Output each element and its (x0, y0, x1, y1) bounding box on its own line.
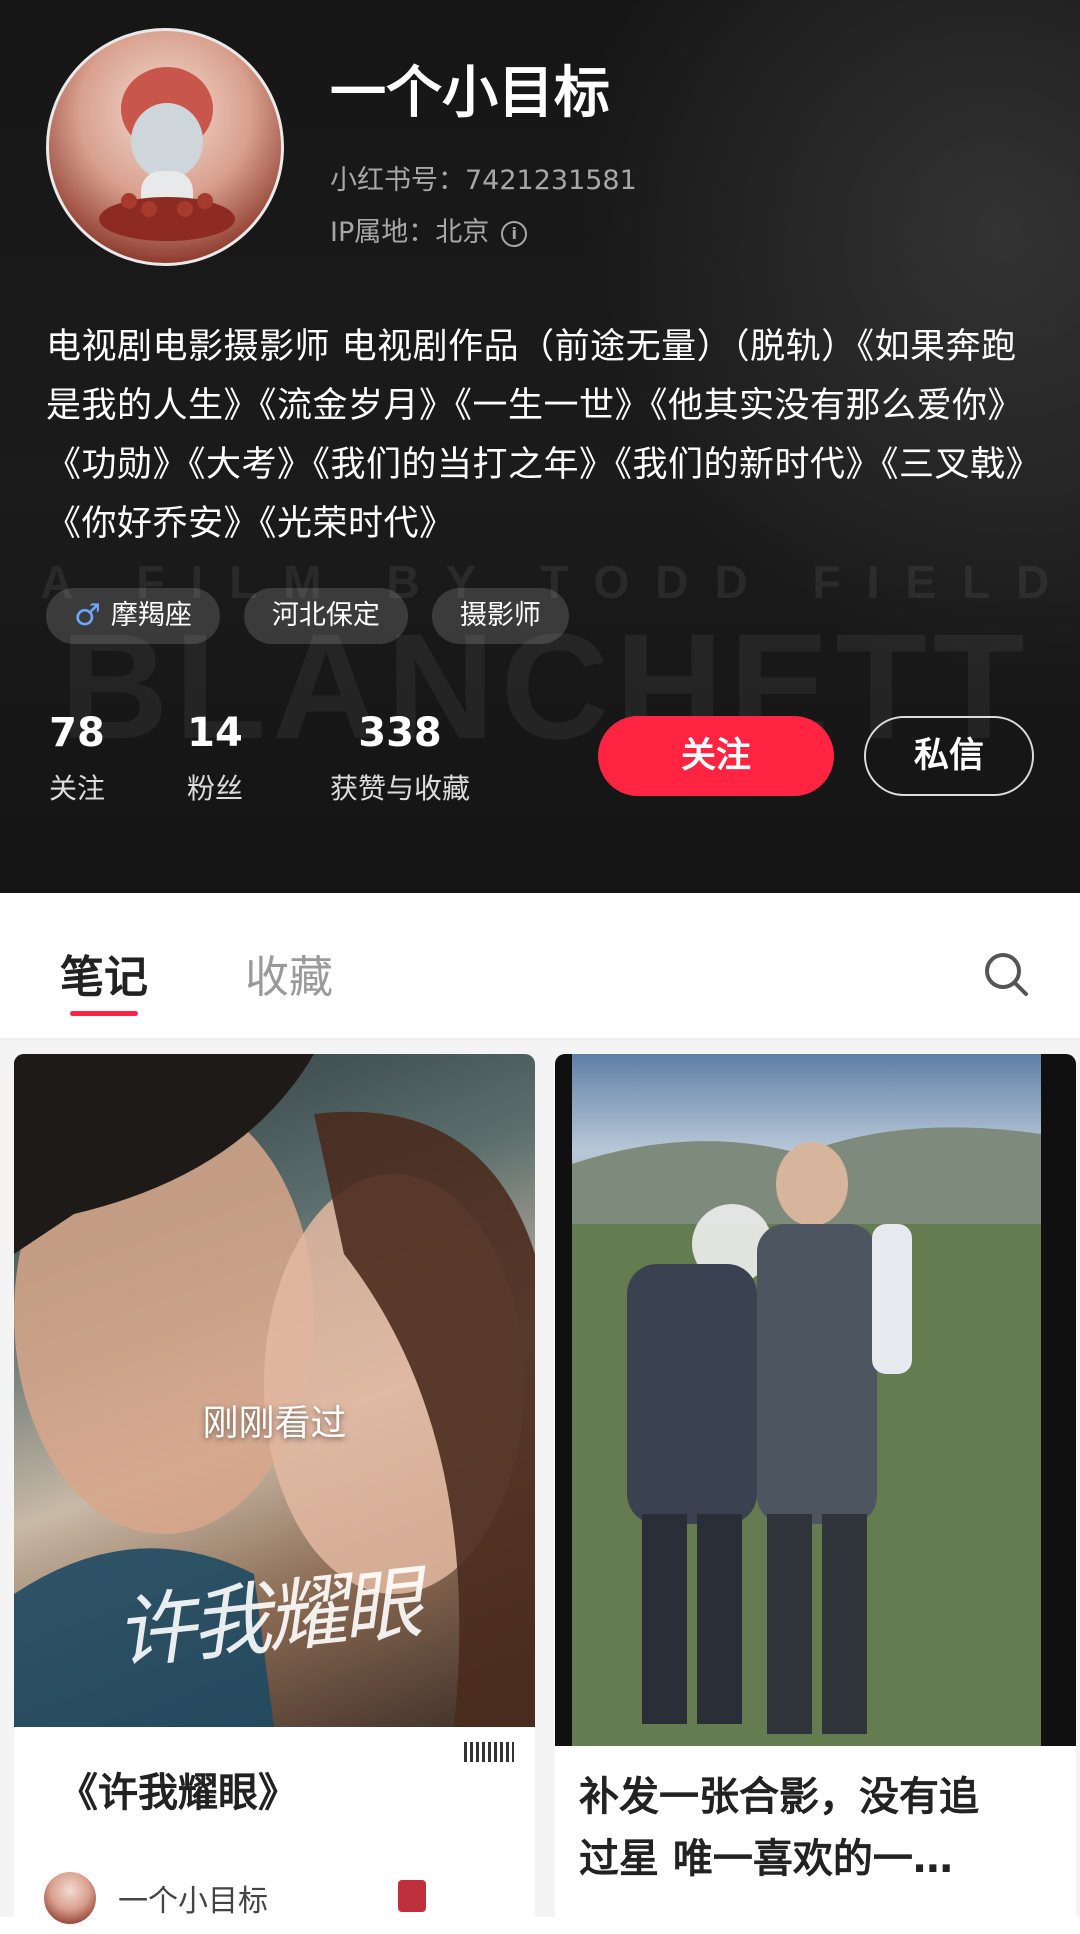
note-author[interactable]: 一个小目标 (44, 1872, 268, 1924)
like-icon[interactable] (398, 1880, 426, 1912)
stat-likes-and-saves[interactable]: 338 获赞与收藏 (320, 705, 480, 807)
profile-username: 一个小目标 (330, 61, 610, 126)
stat-label: 关注 (48, 772, 105, 805)
search-icon[interactable] (982, 950, 1030, 998)
tag-zodiac[interactable]: ♂ 摩羯座 (46, 588, 220, 644)
note-cover-image[interactable]: 刚刚看过 许我耀眼 (14, 1054, 535, 1727)
message-button[interactable]: 私信 (864, 716, 1034, 796)
stat-label: 粉丝 (186, 772, 243, 805)
stat-value: 78 (49, 710, 105, 756)
profile-ip-location: IP属地：北京 i (330, 210, 528, 249)
note-title[interactable]: 《许我耀眼》 (58, 1762, 298, 1824)
profile-header: A FILM BY TODD FIELD BLANCHETT 一个小目标 小红书… (0, 0, 1080, 893)
stat-value: 14 (187, 710, 243, 756)
stat-followers[interactable]: 14 粉丝 (182, 705, 248, 807)
tab-favorites[interactable]: 收藏 (245, 941, 333, 1005)
ip-location-text: IP属地：北京 (330, 217, 490, 248)
note-card[interactable]: 刚刚看过 许我耀眼 《许我耀眼》 一个小目标 (14, 1054, 535, 1934)
male-icon: ♂ (74, 598, 101, 633)
tag-profession[interactable]: 摄影师 (431, 588, 569, 644)
info-icon[interactable]: i (501, 221, 528, 247)
tag-label: 摄影师 (459, 600, 541, 631)
author-name: 一个小目标 (118, 1884, 268, 1919)
note-cover-image[interactable] (572, 1054, 1041, 1746)
tag-label: 河北保定 (271, 600, 380, 631)
author-avatar (44, 1872, 96, 1924)
note-card[interactable]: 补发一张合影，没有追 过星 唯一喜欢的一… (555, 1054, 1076, 1934)
notes-grid: 刚刚看过 许我耀眼 《许我耀眼》 一个小目标 补发一张合影，没有追 过星 唯一喜… (0, 1040, 1080, 1934)
recently-viewed-label: 刚刚看过 (202, 1403, 347, 1444)
stat-value: 338 (358, 710, 442, 756)
tag-location[interactable]: 河北保定 (243, 588, 408, 644)
stat-label: 获赞与收藏 (329, 772, 470, 805)
note-title-line-1: 补发一张合影，没有追 (579, 1774, 979, 1820)
follow-button[interactable]: 关注 (598, 716, 834, 796)
profile-id: 小红书号：7421231581 (330, 165, 637, 196)
active-tab-indicator (70, 1011, 138, 1016)
tag-label: 摩羯座 (110, 600, 192, 631)
tab-notes[interactable]: 笔记 (60, 941, 148, 1005)
content-tabs: 笔记 收藏 (0, 893, 1080, 1040)
qr-code-icon (464, 1742, 514, 1762)
avatar[interactable] (46, 28, 284, 266)
profile-bio: 电视剧电影摄影师 电视剧作品（前途无量）（脱轨）《如果奔跑是我的人生》《流金岁月… (46, 327, 1024, 544)
stat-following[interactable]: 78 关注 (44, 705, 110, 807)
note-title-line-2: 过星 唯一喜欢的一… (579, 1836, 953, 1882)
note-title[interactable]: 补发一张合影，没有追 过星 唯一喜欢的一… (579, 1766, 1019, 1890)
profile-tags: ♂ 摩羯座 河北保定 摄影师 (46, 588, 569, 644)
